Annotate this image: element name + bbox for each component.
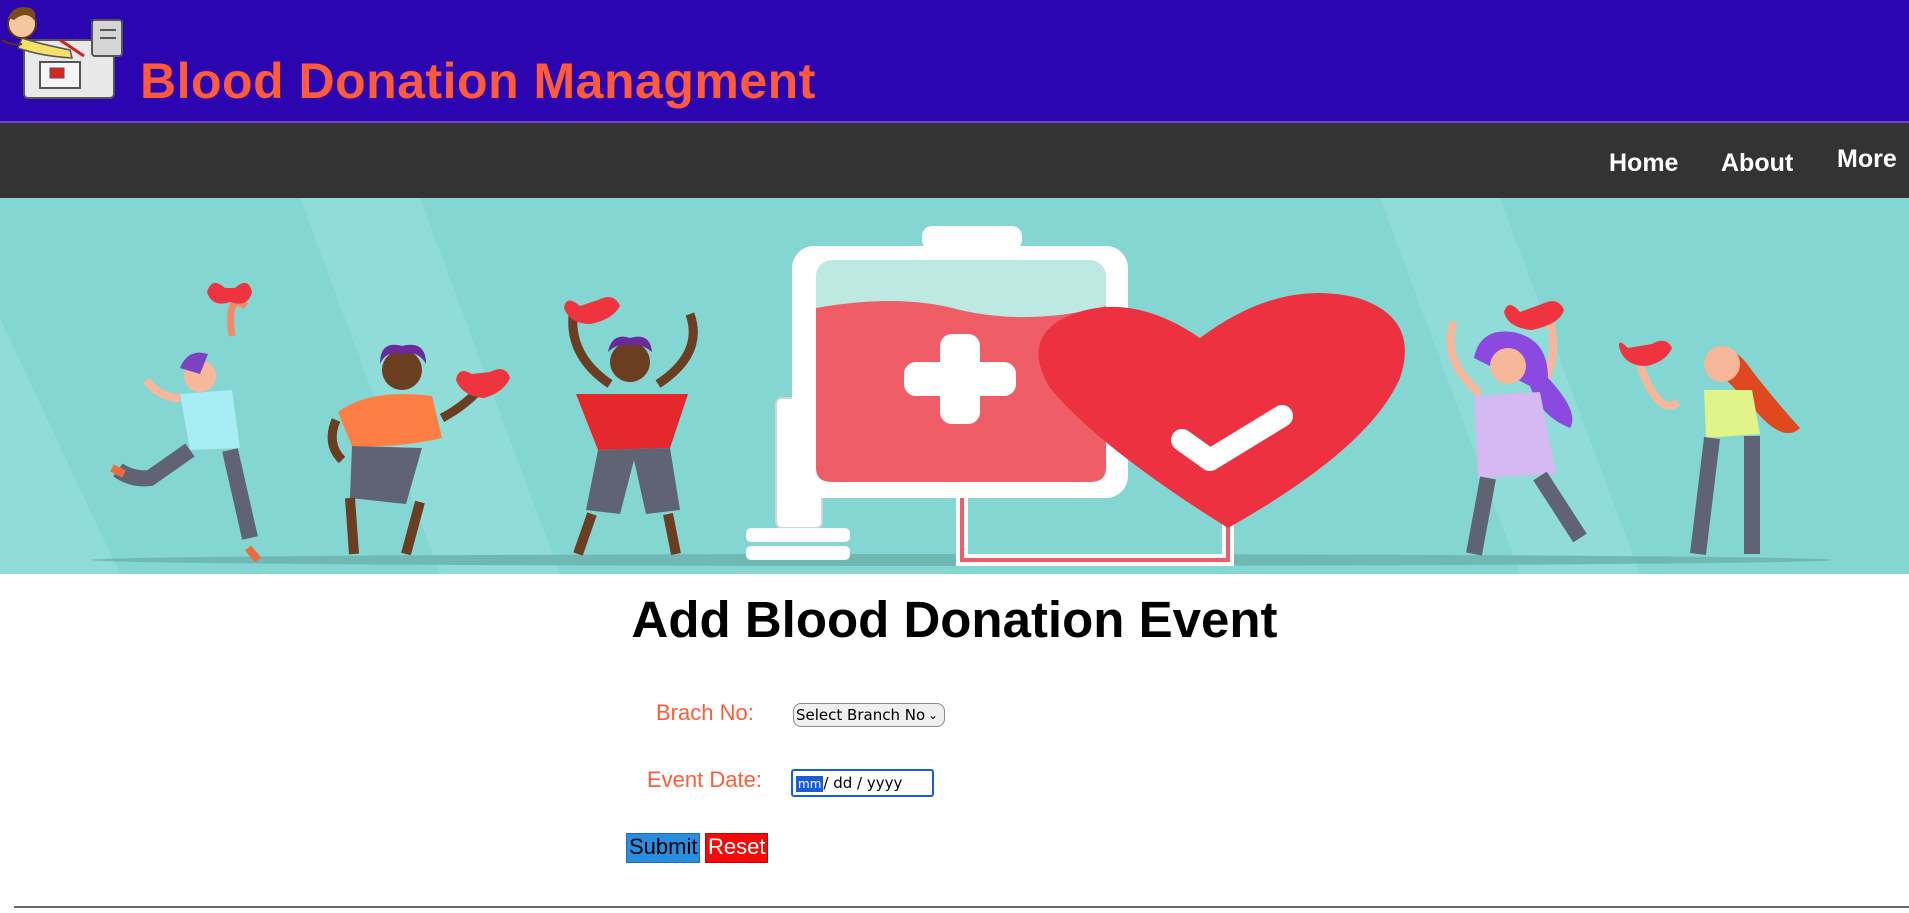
site-header: Blood Donation Managment xyxy=(0,0,1909,123)
blood-donor-logo-icon xyxy=(0,0,128,104)
bottom-divider xyxy=(14,906,1909,908)
date-month-segment[interactable]: mm xyxy=(796,776,824,792)
branch-no-select-value: Select Branch No xyxy=(796,706,926,724)
branch-no-label: Brach No: xyxy=(656,700,754,725)
person-5-illustration xyxy=(1619,340,1800,555)
event-date-input[interactable]: mm / dd / yyyy xyxy=(791,769,934,797)
nav-about-link[interactable]: About xyxy=(1721,149,1793,178)
person-3-illustration xyxy=(564,297,698,556)
form-title: Add Blood Donation Event xyxy=(631,591,1278,648)
submit-button[interactable]: Submit xyxy=(626,833,701,863)
reset-button[interactable]: Reset xyxy=(705,833,769,863)
person-1-illustration xyxy=(110,282,262,563)
branch-no-select[interactable]: Select Branch No ⌄ xyxy=(793,703,945,727)
navigation-bar: Home About More xyxy=(0,123,1909,198)
nav-home-link[interactable]: Home xyxy=(1609,149,1678,178)
event-date-label: Event Date: xyxy=(647,767,762,792)
nav-more-link[interactable]: More xyxy=(1837,145,1897,174)
chevron-down-icon: ⌄ xyxy=(927,708,938,722)
hero-banner-illustration xyxy=(0,198,1909,574)
date-rest-segments[interactable]: / dd / yyyy xyxy=(823,774,902,792)
site-title: Blood Donation Managment xyxy=(140,53,816,109)
